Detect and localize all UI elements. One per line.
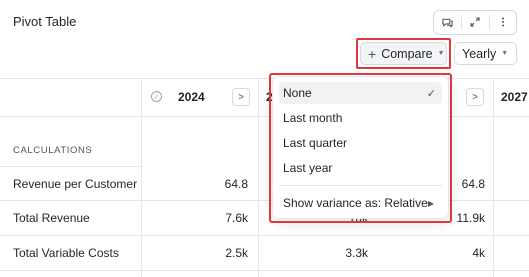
menu-highlight bbox=[269, 73, 452, 223]
table-cell: 7.6k bbox=[225, 211, 248, 225]
table-cell: 2.5k bbox=[225, 246, 248, 260]
period-select[interactable]: Yearly ▼ bbox=[454, 42, 517, 65]
row-label: Total Revenue bbox=[13, 211, 90, 225]
table-cell: 3.3k bbox=[345, 246, 368, 260]
page-title: Pivot Table bbox=[13, 14, 77, 29]
compare-highlight bbox=[356, 38, 451, 69]
period-label: Yearly bbox=[462, 46, 497, 61]
row-divider bbox=[0, 166, 142, 167]
column-divider bbox=[141, 78, 142, 277]
table-cell: 64.8 bbox=[461, 177, 485, 191]
more-icon[interactable] bbox=[490, 10, 516, 34]
check-circle-icon[interactable]: ✓ bbox=[151, 91, 162, 102]
row-divider bbox=[0, 235, 529, 236]
row-divider bbox=[0, 270, 529, 271]
table-cell: 11.9k bbox=[456, 211, 485, 225]
column-divider bbox=[258, 78, 259, 277]
caret-down-icon: ▼ bbox=[501, 50, 509, 57]
table-cell: 64.8 bbox=[224, 177, 248, 191]
row-label: Revenue per Customer bbox=[13, 177, 138, 191]
column-header[interactable]: 2024 bbox=[178, 90, 205, 104]
column-header[interactable]: 2027 bbox=[501, 90, 528, 104]
row-label: Total Variable Costs bbox=[13, 246, 119, 260]
chevron-right-icon[interactable]: > bbox=[466, 88, 484, 106]
comment-icon[interactable] bbox=[434, 10, 460, 34]
chevron-right-icon[interactable]: > bbox=[232, 88, 250, 106]
table-cell: 4k bbox=[472, 246, 485, 260]
column-divider bbox=[493, 78, 494, 277]
section-label: CALCULATIONS bbox=[13, 145, 93, 156]
expand-icon[interactable] bbox=[462, 10, 488, 34]
